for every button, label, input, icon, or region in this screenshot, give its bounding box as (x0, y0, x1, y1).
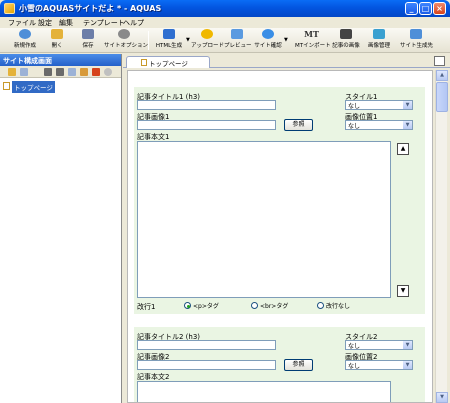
editor-pane: トップページ 記事タイトル1 (h3) スタイル1 なし ▼ 記事画像1 参照 … (123, 54, 450, 403)
chevron-down-icon: ▼ (403, 341, 412, 349)
html-generate-icon (163, 29, 175, 39)
html-generate-button[interactable]: HTML生成 (152, 29, 186, 52)
add-page-icon[interactable] (20, 68, 28, 76)
chevron-down-icon: ▼ (403, 101, 412, 109)
copy-icon[interactable] (68, 68, 76, 76)
delete-icon[interactable] (92, 68, 100, 76)
image-position-select[interactable]: なし ▼ (345, 360, 413, 370)
add-folder-icon[interactable] (8, 68, 16, 76)
article-editor: 記事タイトル1 (h3) スタイル1 なし ▼ 記事画像1 参照 画像位置1 な… (127, 70, 433, 403)
disabled-icon[interactable] (104, 68, 112, 76)
tab-bar: トップページ (123, 54, 450, 68)
close-icon: × (436, 4, 443, 13)
article-block-1: 記事タイトル1 (h3) スタイル1 なし ▼ 記事画像1 参照 画像位置1 な… (134, 87, 425, 314)
browse-button[interactable]: 参照 (284, 119, 313, 131)
article-body-textarea[interactable] (137, 381, 391, 402)
site-options-button[interactable]: サイトオプション (104, 29, 148, 52)
app-icon (4, 3, 15, 14)
article-title-input[interactable] (137, 340, 276, 350)
image-manage-button[interactable]: 画像管理 (366, 29, 392, 52)
globe-icon (262, 29, 274, 39)
scroll-down-icon[interactable]: ▼ (436, 392, 448, 403)
upload-icon (201, 29, 213, 39)
mt-icon: MT (304, 29, 319, 39)
binoculars-icon (340, 29, 352, 39)
menu-bar: ファイル 設定 編集 テンプレート ヘルプ (0, 17, 450, 28)
save-icon (82, 29, 94, 39)
layout-toggle-icon[interactable] (434, 56, 445, 66)
new-site-button[interactable]: 新規作成 (8, 29, 42, 52)
window-title: 小雪のAQUASサイトだよ * - AQUAS (19, 4, 162, 13)
toolbar: 新規作成 開く 保存 サイトオプション HTML生成 ▼ アップロード プレビュ… (0, 28, 450, 53)
anchor-icon[interactable] (56, 68, 64, 76)
article-block-2: 記事タイトル2 (h3) スタイル2 なし ▼ 記事画像2 参照 画像位置2 な… (134, 327, 425, 402)
move-down-button[interactable]: ▼ (397, 285, 409, 297)
preview-button[interactable]: プレビュー (224, 29, 252, 52)
menu-template[interactable]: テンプレート (83, 18, 125, 28)
scroll-up-icon[interactable]: ▲ (436, 70, 448, 81)
title-bar: 小雪のAQUASサイトだよ * - AQUAS _ □ × (0, 0, 450, 17)
site-check-dropdown-icon[interactable]: ▼ (284, 37, 288, 43)
article-image-input[interactable] (137, 360, 276, 370)
move-up-button[interactable]: ▲ (397, 143, 409, 155)
article-title-input[interactable] (137, 100, 276, 110)
article-body-textarea[interactable] (137, 141, 391, 298)
site-structure-header: サイト構成画面 (0, 54, 121, 66)
open-button[interactable]: 開く (49, 29, 65, 52)
minimize-icon: _ (409, 4, 414, 13)
chevron-down-icon: ▼ (403, 121, 412, 129)
edit-icon[interactable] (80, 68, 88, 76)
tree-item-label: トップページ (12, 81, 55, 93)
site-check-button[interactable]: サイト確認 (253, 29, 283, 52)
menu-file[interactable]: ファイル (8, 18, 36, 28)
open-folder-icon (51, 29, 63, 39)
tree-toolbar (0, 66, 121, 78)
page-icon (3, 82, 10, 90)
maximize-icon: □ (421, 4, 430, 13)
menu-edit[interactable]: 編集 (59, 18, 73, 28)
new-site-icon (19, 29, 31, 39)
article-image-input[interactable] (137, 120, 276, 130)
mt-import-button[interactable]: MT MTインポート (295, 29, 331, 52)
site-structure-pane: サイト構成画面 トップページ (0, 54, 122, 403)
close-button[interactable]: × (433, 2, 446, 15)
maximize-button[interactable]: □ (419, 2, 432, 15)
image-position-select[interactable]: なし ▼ (345, 120, 413, 130)
upload-button[interactable]: アップロード (191, 29, 224, 52)
menu-help[interactable]: ヘルプ (123, 18, 144, 28)
linebreak-label: 改行1 (137, 303, 156, 311)
gear-icon (118, 29, 130, 39)
image-manage-icon (373, 29, 385, 39)
browse-button[interactable]: 参照 (284, 359, 313, 371)
save-button[interactable]: 保存 (80, 29, 96, 52)
rename-icon[interactable] (44, 68, 52, 76)
tab-label: トップページ (149, 60, 188, 68)
output-folder-button[interactable]: サイト生成先 (400, 29, 433, 52)
page-icon (141, 59, 147, 66)
toolbar-separator (148, 31, 149, 50)
html-generate-dropdown-icon[interactable]: ▼ (186, 37, 190, 43)
preview-icon (231, 29, 243, 39)
minimize-button[interactable]: _ (405, 2, 418, 15)
article-image-button[interactable]: 記事の画像 (332, 29, 360, 52)
menu-settings[interactable]: 設定 (38, 18, 52, 28)
vertical-scrollbar[interactable]: ▲ ▼ (435, 70, 448, 403)
style-select[interactable]: なし ▼ (345, 340, 413, 350)
tab-top-page[interactable]: トップページ (126, 56, 210, 68)
scroll-thumb[interactable] (436, 82, 448, 112)
chevron-down-icon: ▼ (403, 361, 412, 369)
folder-target-icon (410, 29, 422, 39)
style-select[interactable]: なし ▼ (345, 100, 413, 110)
